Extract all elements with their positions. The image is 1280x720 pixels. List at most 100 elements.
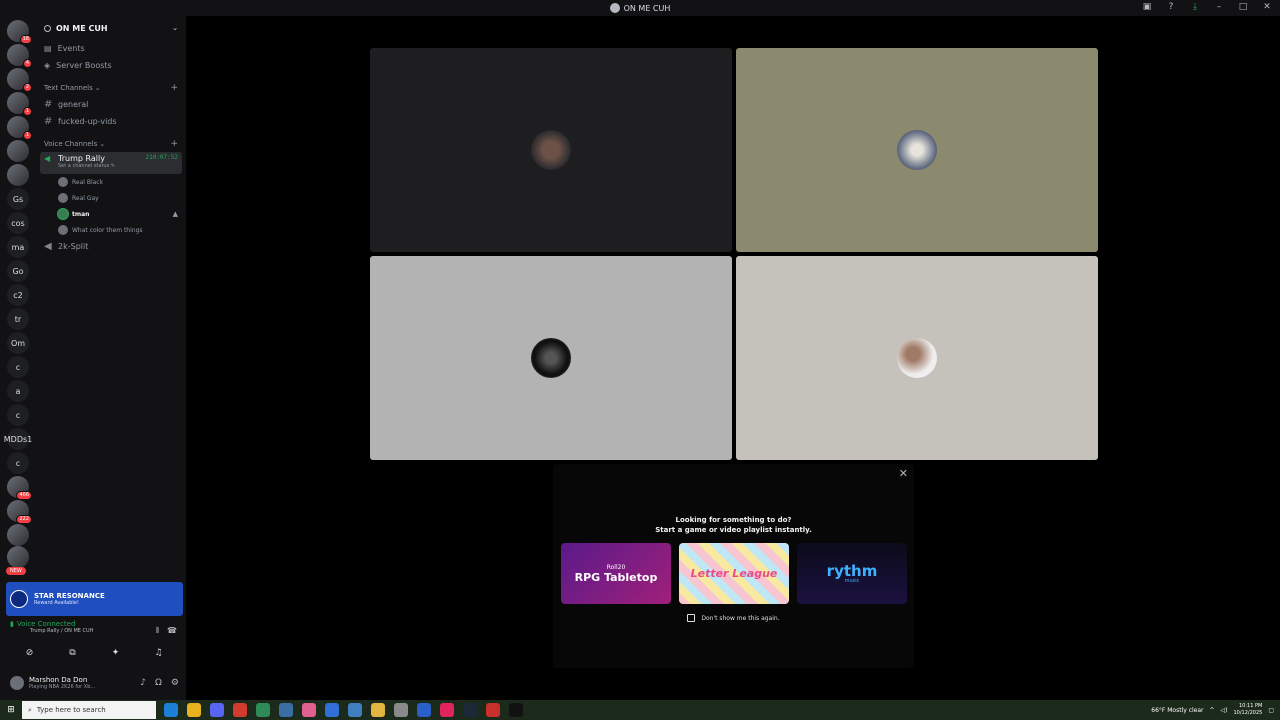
opera-icon[interactable]: [233, 703, 247, 717]
app-icon[interactable]: [302, 703, 316, 717]
xbox-icon[interactable]: [256, 703, 270, 717]
activity-card-rpg-tabletop[interactable]: Roll20 RPG Tabletop: [561, 543, 671, 604]
disconnect-icon[interactable]: ☎: [167, 626, 177, 636]
promo-banner[interactable]: STAR RESONANCE Reward Available!: [6, 582, 183, 616]
server-icon[interactable]: c: [7, 404, 29, 426]
notifications-icon[interactable]: ▢: [1268, 707, 1274, 714]
app-icon[interactable]: [509, 703, 523, 717]
activity-card-letter-league[interactable]: Letter League: [679, 543, 789, 604]
discord-icon[interactable]: [210, 703, 224, 717]
channel-fucked-up-vids[interactable]: # fucked-up-vids: [36, 113, 186, 130]
noise-suppression-icon[interactable]: ⦀: [156, 626, 160, 636]
server-icon[interactable]: 1: [7, 92, 32, 116]
close-button[interactable]: ✕: [1260, 2, 1274, 12]
server-header[interactable]: ON ME CUH ⌄: [36, 16, 186, 40]
server-icon[interactable]: [7, 140, 29, 162]
chevron-up-icon[interactable]: ^: [1210, 707, 1215, 714]
app-icon[interactable]: [417, 703, 431, 717]
server-icon[interactable]: 1: [7, 116, 32, 140]
settings-icon[interactable]: [394, 703, 408, 717]
headphones-icon[interactable]: Ω: [155, 678, 162, 688]
avatar[interactable]: [10, 676, 24, 690]
soundboard-button[interactable]: ♫: [142, 646, 176, 660]
weather-widget[interactable]: 66°F Mostly clear: [1151, 707, 1203, 714]
checkbox[interactable]: [687, 614, 696, 622]
new-badge: NEW: [6, 567, 26, 575]
voice-channel-2k-split[interactable]: ◀ 2k-Split: [36, 238, 186, 255]
add-channel-icon[interactable]: +: [170, 139, 178, 149]
text-channels-category[interactable]: Text Channels ⌄ +: [36, 80, 186, 96]
participant-tile[interactable]: [736, 48, 1098, 252]
volume-icon[interactable]: ◁): [1221, 707, 1228, 714]
clock[interactable]: 10:11 PM 10/12/2025: [1234, 703, 1263, 717]
steam-icon[interactable]: [463, 703, 477, 717]
maximize-button[interactable]: □: [1236, 2, 1250, 12]
inbox-icon[interactable]: ▣: [1140, 2, 1154, 12]
add-channel-icon[interactable]: +: [170, 83, 178, 93]
server-icon[interactable]: 2: [7, 68, 32, 92]
server-icon[interactable]: [7, 524, 29, 546]
settings-gear-icon[interactable]: ⚙: [171, 678, 179, 688]
channel-status-input[interactable]: Set a channel status ✎: [58, 163, 115, 169]
server-icon[interactable]: 222: [7, 500, 32, 524]
help-icon[interactable]: ?: [1164, 2, 1178, 12]
server-icon[interactable]: Go: [7, 260, 29, 282]
dont-show-again-option[interactable]: Don't show me this again.: [553, 614, 914, 622]
voice-user-name: Real Black: [72, 178, 104, 186]
channel-label: general: [58, 100, 89, 109]
server-boosts-link[interactable]: ◈ Server Boosts: [36, 57, 186, 74]
activity-button[interactable]: ✦: [99, 646, 133, 660]
minimize-button[interactable]: –: [1212, 2, 1226, 12]
windows-taskbar: ⊞ ⌕ Type here to search 66°F Mostly clea…: [0, 700, 1280, 720]
channel-label: Trump Rally: [58, 154, 105, 163]
server-icon[interactable]: Gs: [7, 188, 29, 210]
voice-user[interactable]: tman ▲: [36, 206, 186, 222]
close-icon[interactable]: ✕: [899, 467, 908, 480]
chrome-icon[interactable]: [187, 703, 201, 717]
camera-button[interactable]: ⊘: [13, 646, 47, 660]
voice-channel-trump-rally[interactable]: ◀ Trump Rally Set a channel status ✎ 210…: [40, 152, 182, 174]
events-link[interactable]: ▤ Events: [36, 40, 186, 57]
server-icon[interactable]: c2: [7, 284, 29, 306]
server-icon[interactable]: ma: [7, 236, 29, 258]
server-icon[interactable]: c: [7, 356, 29, 378]
app-icon[interactable]: [279, 703, 293, 717]
server-icon[interactable]: 4: [7, 44, 32, 68]
server-icon[interactable]: MDDs1: [4, 428, 32, 450]
voice-user-name: tman: [72, 210, 90, 218]
voice-user[interactable]: Real Gay: [36, 190, 186, 206]
app-icon[interactable]: [348, 703, 362, 717]
voice-user[interactable]: Real Black: [36, 174, 186, 190]
voice-user[interactable]: What color them things: [36, 222, 186, 238]
server-icon[interactable]: cos: [7, 212, 29, 234]
chevron-down-icon: ⌄: [99, 140, 106, 148]
microphone-icon[interactable]: ♪: [140, 678, 146, 688]
server-icon[interactable]: [7, 546, 29, 568]
screen-share-button[interactable]: ⧉: [56, 646, 90, 660]
app-icon[interactable]: [486, 703, 500, 717]
server-icon[interactable]: [7, 164, 29, 186]
server-icon[interactable]: 18: [7, 20, 32, 44]
participant-tile[interactable]: [736, 256, 1098, 460]
server-icon[interactable]: c: [7, 452, 29, 474]
file-explorer-icon[interactable]: [371, 703, 385, 717]
participant-tile[interactable]: [370, 256, 732, 460]
voice-status[interactable]: Voice Connected: [17, 620, 76, 628]
server-guide-icon: [44, 24, 51, 32]
voice-connection-panel: ▮ Voice Connected Trump Rally / ON ME CU…: [6, 620, 183, 670]
server-icon[interactable]: a: [7, 380, 29, 402]
voice-channels-category[interactable]: Voice Channels ⌄ +: [36, 136, 186, 152]
app-icon[interactable]: [440, 703, 454, 717]
participant-tile[interactable]: [370, 48, 732, 252]
windows-start-icon[interactable]: ⊞: [0, 705, 22, 715]
server-icon[interactable]: tr: [7, 308, 29, 330]
download-icon[interactable]: ⤓: [1188, 2, 1202, 12]
app-icon[interactable]: [325, 703, 339, 717]
boost-icon: ◈: [44, 61, 51, 70]
activity-card-rythm[interactable]: rythm music: [797, 543, 907, 604]
server-icon[interactable]: 466: [7, 476, 32, 500]
taskbar-search[interactable]: ⌕ Type here to search: [22, 701, 156, 719]
server-icon[interactable]: Om: [7, 332, 29, 354]
channel-general[interactable]: # general: [36, 96, 186, 113]
edge-icon[interactable]: [164, 703, 178, 717]
